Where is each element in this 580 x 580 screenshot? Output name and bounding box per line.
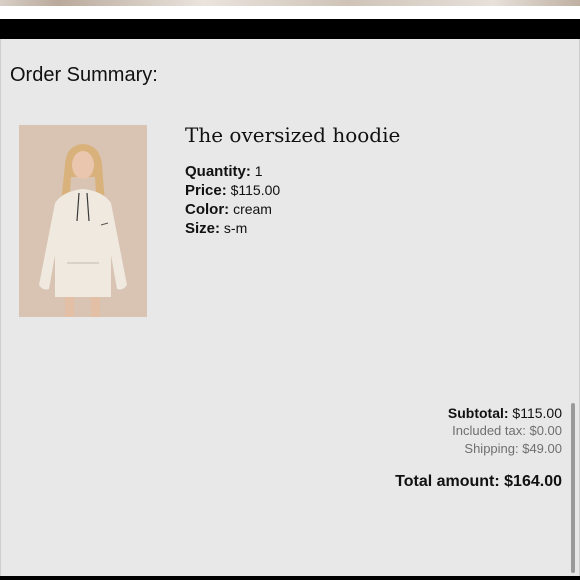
subtotal-value: $115.00: [512, 405, 562, 421]
detail-value: $115.00: [230, 182, 281, 198]
total-value: $164.00: [504, 473, 562, 490]
detail-value: s-m: [223, 220, 248, 236]
detail-price: Price: $115.00: [185, 181, 280, 200]
detail-quantity: Quantity: 1: [185, 162, 280, 181]
detail-label: Size:: [185, 220, 221, 237]
order-totals: Subtotal: $115.00 Included tax: $0.00 Sh…: [395, 404, 562, 491]
page-title: Order Summary:: [10, 64, 158, 86]
subtotal-row: Subtotal: $115.00: [395, 404, 562, 422]
hoodie-photo-icon: [19, 125, 147, 317]
product-image: [19, 125, 147, 317]
header-bar: [0, 19, 580, 39]
product-name: The oversized hoodie: [185, 123, 401, 147]
detail-label: Quantity:: [185, 163, 251, 180]
detail-label: Color:: [185, 201, 230, 218]
detail-label: Price:: [185, 182, 227, 199]
detail-value: 1: [254, 163, 263, 179]
detail-size: Size: s-m: [185, 219, 280, 238]
product-details: Quantity: 1 Price: $115.00 Color: cream …: [185, 162, 280, 238]
footer-bar: [0, 576, 580, 580]
shipping-line: Shipping: $49.00: [464, 441, 562, 456]
scrollbar[interactable]: [571, 403, 575, 573]
subtotal-label: Subtotal:: [447, 405, 509, 421]
top-spacer: [0, 6, 580, 19]
total-amount-row: Total amount: $164.00: [395, 473, 562, 491]
detail-color: Color: cream: [185, 200, 280, 219]
detail-value: cream: [233, 201, 272, 217]
total-label: Total amount:: [395, 473, 500, 490]
tax-line: Included tax: $0.00: [452, 423, 562, 438]
